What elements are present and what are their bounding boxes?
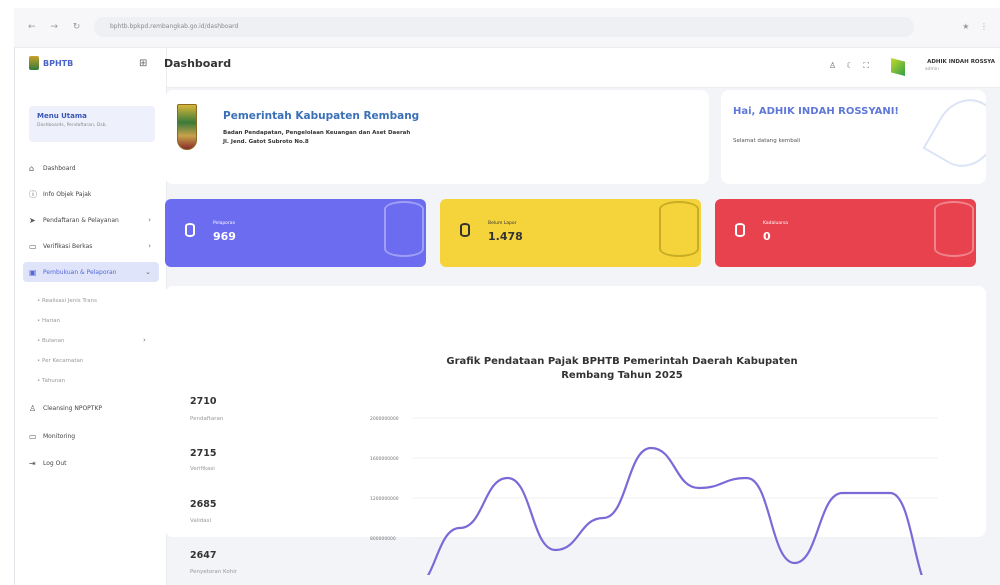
sidebar: BPHTB ⊞ Menu Utama Dashboards, Pendaftar… [15, 48, 167, 585]
side-stat-label: Penyetoran Kohir [190, 569, 237, 575]
y-tick-label: 1600000000 [370, 456, 399, 462]
subitem-harian[interactable]: • Harian [37, 318, 60, 324]
subitem-bulanan[interactable]: • Bulanan [37, 338, 65, 344]
chevron-right-icon: › [148, 242, 151, 250]
sidebar-item-label: Verifikasi Berkas [43, 242, 93, 250]
stat-value: 969 [213, 230, 236, 243]
info-icon: ⓘ [29, 189, 37, 199]
page-title: Dashboard [164, 57, 232, 70]
chart-title: Grafik Pendataan Pajak BPHTB Pemerintah … [446, 356, 798, 381]
menu-title: Menu Utama [37, 112, 87, 120]
user-name[interactable]: ADHIK INDAH ROSSYA [927, 59, 995, 65]
database-icon [185, 223, 195, 237]
moon-icon[interactable]: ☾ [846, 61, 853, 71]
send-icon: ➤ [29, 215, 36, 225]
side-stat-value: 2685 [190, 499, 217, 510]
stat-card-kadaluarsa[interactable]: Kadaluarsa 0 [715, 199, 976, 267]
sidebar-item-pembukuan[interactable]: ▣ Pembukuan & Pelaporan ⌄ [23, 262, 159, 282]
stat-label: Pelaporan [213, 221, 236, 226]
topbar-icons: ♙ ☾ ⛶ [829, 61, 869, 71]
logo[interactable]: BPHTB [29, 56, 73, 70]
sidebar-item-label: Log Out [43, 459, 67, 467]
side-stat-value: 2710 [190, 396, 217, 407]
side-stat-value: 2715 [190, 448, 217, 459]
sidebar-item-info-objek-pajak[interactable]: ⓘ Info Objek Pajak [23, 184, 159, 204]
emblem-icon [177, 104, 197, 150]
chevron-down-icon: ⌄ [145, 268, 151, 276]
sidebar-item-logout[interactable]: ⇥ Log Out [23, 453, 159, 473]
menu-header: Menu Utama Dashboards, Pendaftaran, Dsb. [29, 106, 155, 142]
address-bar[interactable]: bphtb.bpkpd.rembangkab.go.id/dashboard [94, 17, 914, 37]
sidebar-item-monitoring[interactable]: ▭ Monitoring [23, 426, 159, 446]
stat-label: Belum Lapor [488, 221, 517, 226]
subitem-realisasi[interactable]: • Realisasi Jenis Trans [37, 298, 97, 304]
government-subtitle: Badan Pendapatan, Pengelolaan Keuangan d… [223, 130, 411, 136]
logo-icon [29, 56, 39, 70]
line-chart: 2000000000 1600000000 1200000000 800000000 [370, 416, 938, 575]
database-icon [384, 201, 424, 257]
database-icon [934, 201, 974, 257]
greeting-card: Hai, ADHIK INDAH ROSSYANI! Selamat datan… [721, 90, 986, 184]
chevron-right-icon: › [143, 336, 146, 344]
chevron-right-icon: › [148, 216, 151, 224]
user-avatar[interactable] [891, 58, 905, 76]
sidebar-item-label: Pendaftaran & Pelayanan [43, 216, 119, 224]
browser-action-icons[interactable]: ★ ⋮ [962, 22, 992, 31]
side-stat-label: Verifikasi [190, 466, 215, 472]
subitem-tahunan[interactable]: • Tahunan [37, 378, 65, 384]
stat-card-pelaporan[interactable]: Pelaporan 969 [165, 199, 426, 267]
stat-value: 0 [763, 230, 771, 243]
database-icon [735, 223, 745, 237]
side-stat-label: Pendaftaran [190, 416, 224, 422]
sidebar-item-label: Pembukuan & Pelaporan [43, 268, 117, 276]
sidebar-item-verifikasi[interactable]: ▭ Verifikasi Berkas › [23, 236, 159, 256]
book-icon: ▣ [29, 267, 37, 277]
database-icon [460, 223, 470, 237]
database-icon [659, 201, 699, 257]
leaf-decoration-icon [922, 90, 986, 179]
sidebar-item-label: Info Objek Pajak [43, 190, 92, 198]
topbar: ♙ ☾ ⛶ ADHIK INDAH ROSSYA admin [167, 48, 1000, 88]
series-line [427, 446, 923, 575]
sidebar-item-cleansing[interactable]: ♙ Cleansing NPOPTKP [23, 398, 159, 418]
stat-label: Kadaluarsa [763, 221, 789, 226]
government-address: Jl. Jend. Gatot Subroto No.8 [223, 139, 309, 145]
sidebar-item-label: Dashboard [43, 164, 76, 172]
menu-subtitle: Dashboards, Pendaftaran, Dsb. [37, 123, 107, 128]
file-icon: ▭ [29, 241, 37, 251]
sidebar-item-pendaftaran[interactable]: ➤ Pendaftaran & Pelayanan › [23, 210, 159, 230]
sidebar-item-label: Monitoring [43, 432, 76, 440]
user-role: admin [924, 67, 939, 72]
home-icon: ⌂ [29, 163, 35, 173]
y-tick-label: 800000000 [370, 536, 396, 542]
fullscreen-icon[interactable]: ⛶ [863, 61, 869, 71]
government-card: Pemerintah Kabupaten Rembang Badan Penda… [165, 90, 709, 184]
stat-value: 1.478 [488, 230, 523, 243]
user-icon[interactable]: ♙ [829, 61, 836, 71]
government-title: Pemerintah Kabupaten Rembang [223, 110, 420, 122]
logout-icon: ⇥ [29, 458, 36, 468]
users-icon: ♙ [29, 403, 37, 413]
subitem-per-kecamatan[interactable]: • Per Kecamatan [37, 358, 83, 364]
logo-text: BPHTB [43, 58, 74, 68]
y-tick-label: 1200000000 [370, 496, 399, 502]
greeting-title: Hai, ADHIK INDAH ROSSYANI! [733, 106, 899, 117]
browser-nav-icons[interactable]: ← → ↻ [28, 22, 86, 32]
y-tick-label: 2000000000 [370, 416, 399, 422]
greeting-subtitle: Selamat datang kembali [733, 138, 801, 144]
stat-card-belum-lapor[interactable]: Belum Lapor 1.478 [440, 199, 701, 267]
side-stat-value: 2647 [190, 550, 217, 561]
grid-icon[interactable]: ⊞ [139, 58, 147, 69]
browser-toolbar: ← → ↻ bphtb.bpkpd.rembangkab.go.id/dashb… [14, 8, 1000, 48]
sidebar-item-dashboard[interactable]: ⌂ Dashboard [23, 158, 159, 178]
monitor-icon: ▭ [29, 431, 37, 441]
side-stat-label: Validasi [190, 518, 212, 524]
sidebar-item-label: Cleansing NPOPTKP [43, 404, 103, 412]
